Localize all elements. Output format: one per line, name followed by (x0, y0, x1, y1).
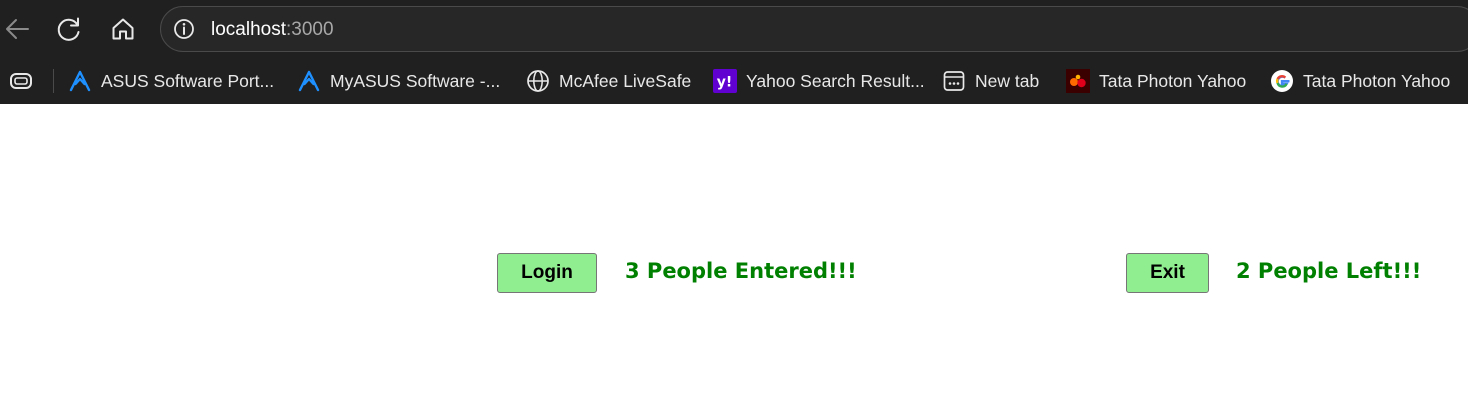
bookmark-mcafee-livesafe[interactable]: McAfee LiveSafe (526, 66, 691, 96)
reload-button[interactable] (52, 12, 86, 46)
tab-actions-icon (10, 73, 32, 89)
site-info-icon[interactable] (173, 18, 195, 40)
browser-toolbar: localhost:3000 (0, 0, 1468, 60)
back-button[interactable] (0, 12, 34, 46)
tab-actions-button[interactable] (8, 68, 36, 94)
bookmark-tata-photon-yahoo[interactable]: Tata Photon Yahoo (1066, 66, 1246, 96)
bookmark-label: New tab (975, 71, 1040, 91)
content-top-edge (0, 102, 1468, 104)
bookmark-label: ASUS Software Port... (101, 71, 275, 91)
bookmarks-divider (53, 69, 54, 93)
bookmark-label: McAfee LiveSafe (559, 71, 692, 91)
google-icon (1270, 69, 1294, 93)
bookmark-yahoo-search[interactable]: y! Yahoo Search Result... (713, 66, 925, 96)
asus-logo-icon (68, 69, 92, 93)
bookmarks-bar: ASUS Software Port... MyASUS Software -.… (0, 60, 1468, 102)
back-arrow-icon (6, 19, 29, 39)
left-count-message: 2 People Left!!! (1236, 259, 1422, 283)
entered-count-message: 3 People Entered!!! (625, 259, 857, 283)
exit-button[interactable]: Exit (1126, 253, 1209, 293)
globe-icon (526, 69, 550, 93)
tata-photon-icon (1066, 69, 1090, 93)
new-tab-icon (942, 69, 966, 93)
url-port: :3000 (286, 19, 334, 40)
home-button[interactable] (106, 12, 140, 46)
asus-logo-icon (297, 69, 321, 93)
bookmark-label: MyASUS Software -... (330, 71, 501, 91)
bookmark-new-tab[interactable]: New tab (942, 66, 1039, 96)
bookmark-tata-photon-yahoo-google[interactable]: Tata Photon Yahoo (1270, 66, 1450, 96)
bookmark-label: Tata Photon Yahoo (1303, 71, 1451, 91)
bookmark-asus-software-portal[interactable]: ASUS Software Port... (68, 66, 274, 96)
home-icon (112, 18, 134, 40)
login-button[interactable]: Login (497, 253, 597, 293)
reload-icon (57, 17, 80, 41)
svg-text:y!: y! (717, 75, 733, 91)
bookmark-label: Tata Photon Yahoo (1099, 71, 1247, 91)
yahoo-icon: y! (713, 69, 737, 93)
bookmark-myasus-software[interactable]: MyASUS Software -... (297, 66, 500, 96)
address-bar[interactable]: localhost:3000 (160, 6, 1468, 52)
url-host: localhost (211, 19, 286, 40)
bookmark-label: Yahoo Search Result... (746, 71, 925, 91)
url-text: localhost:3000 (211, 19, 334, 41)
